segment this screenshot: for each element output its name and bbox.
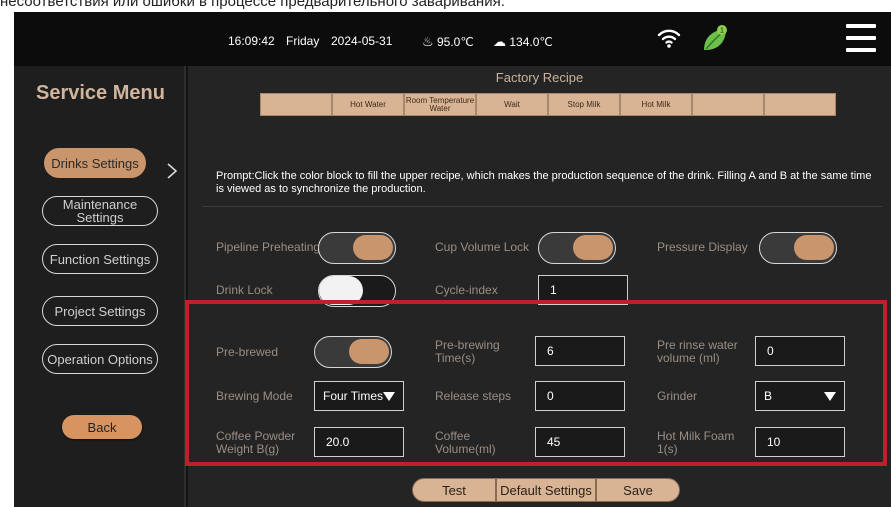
steam-temp: ☁ 134.0℃ — [493, 34, 553, 50]
cycle-index-field[interactable]: 1 — [538, 275, 628, 305]
grinder-label: Grinder — [657, 389, 698, 403]
pre-brewed-label: Pre-brewed — [216, 345, 279, 359]
pressure-display-label: Pressure Display — [657, 240, 748, 254]
sidebar-item-maintenance-settings[interactable]: Maintenance Settings — [42, 196, 158, 226]
drinks-settings-panel: Factory Recipe Hot Water Room Temperatur… — [188, 66, 891, 507]
divider — [202, 206, 882, 207]
release-steps-field[interactable]: 0 — [535, 381, 625, 411]
sidebar-item-drinks-settings[interactable]: Drinks Settings — [44, 148, 146, 178]
coffee-volume-label: Coffee Volume(ml) — [435, 429, 496, 456]
brewing-mode-select[interactable]: Four Times — [314, 381, 404, 411]
pipeline-preheating-label: Pipeline Preheating — [216, 240, 321, 254]
coffee-volume-field[interactable]: 45 — [535, 427, 625, 457]
status-bar: 16:09:42 Friday 2024-05-31 ♨ 95.0℃ ☁ 134… — [14, 12, 891, 66]
recipe-title: Factory Recipe — [495, 70, 584, 85]
hot-milk-foam-field[interactable]: 10 — [755, 427, 845, 457]
recipe-cell-5[interactable]: Stop Milk — [548, 93, 620, 116]
coffee-powder-weight-label: Coffee Powder Weight B(g) — [216, 429, 296, 456]
recipe-cell-1[interactable] — [260, 93, 332, 116]
drink-lock-label: Drink Lock — [216, 283, 273, 297]
grinder-value: B — [764, 389, 773, 403]
pre-brewing-time-field[interactable]: 6 — [535, 336, 625, 366]
sidebar-title: Service Menu — [36, 82, 165, 104]
cycle-index-label: Cycle-index — [435, 283, 498, 297]
recipe-cell-7[interactable] — [692, 93, 764, 116]
chevron-down-icon — [824, 392, 836, 401]
status-time: 16:09:42 — [228, 34, 275, 48]
water-temp-value: 95.0℃ — [437, 35, 474, 49]
status-day: Friday — [286, 34, 320, 48]
sidebar-item-function-settings[interactable]: Function Settings — [42, 244, 158, 274]
recipe-cell-6[interactable]: Hot Milk — [620, 93, 692, 116]
chevron-down-icon — [383, 392, 395, 401]
leaf-badge: 1 — [720, 28, 724, 35]
drink-lock-toggle[interactable] — [318, 275, 396, 307]
grinder-select[interactable]: B — [755, 381, 845, 411]
default-settings-button[interactable]: Default Settings — [496, 478, 596, 502]
release-steps-label: Release steps — [435, 389, 512, 403]
coffee-powder-weight-field[interactable]: 20.0 — [314, 427, 404, 457]
test-button[interactable]: Test — [412, 478, 496, 502]
cup-volume-lock-label: Cup Volume Lock — [435, 240, 530, 254]
pipeline-preheating-toggle[interactable] — [318, 232, 396, 264]
pre-brewed-toggle[interactable] — [314, 336, 392, 368]
back-button[interactable]: Back — [62, 415, 142, 439]
recipe-sequence: Hot Water Room Temperature Water Wait St… — [260, 93, 836, 116]
chevron-right-icon — [167, 163, 178, 179]
prompt-text: Prompt:Click the color block to fill the… — [216, 170, 872, 195]
steam-temp-value: 134.0℃ — [509, 35, 553, 49]
page-caption: несоответствия или ошибки в процессе пре… — [0, 0, 505, 10]
water-heater-icon: ♨ — [422, 34, 434, 49]
recipe-cell-3[interactable]: Room Temperature Water — [404, 93, 476, 116]
wifi-icon — [657, 29, 681, 48]
machine-screen: 16:09:42 Friday 2024-05-31 ♨ 95.0℃ ☁ 134… — [14, 12, 891, 507]
eco-leaf-icon: 1 — [704, 25, 727, 50]
action-bar: Test Default Settings Save — [412, 478, 680, 502]
brewing-mode-value: Four Times — [323, 389, 384, 403]
pre-rinse-water-field[interactable]: 0 — [755, 336, 845, 366]
hamburger-menu-icon[interactable] — [846, 24, 876, 52]
brewing-mode-label: Brewing Mode — [216, 389, 293, 403]
recipe-cell-4[interactable]: Wait — [476, 93, 548, 116]
recipe-cell-8[interactable] — [764, 93, 836, 116]
sidebar-item-project-settings[interactable]: Project Settings — [42, 296, 158, 326]
recipe-cell-2[interactable]: Hot Water — [332, 93, 404, 116]
steam-heater-icon: ☁ — [493, 34, 506, 49]
save-button[interactable]: Save — [596, 478, 680, 502]
hot-milk-foam-label: Hot Milk Foam 1(s) — [657, 429, 735, 456]
sidebar-item-operation-options[interactable]: Operation Options — [42, 344, 158, 374]
sidebar: Service Menu Drinks Settings Maintenance… — [14, 66, 186, 507]
pre-brewing-time-label: Pre-brewing Time(s) — [435, 338, 500, 365]
status-date: 2024-05-31 — [331, 34, 393, 48]
pre-rinse-water-label: Pre rinse water volume (ml) — [657, 338, 738, 365]
cup-volume-lock-toggle[interactable] — [538, 232, 616, 264]
pressure-display-toggle[interactable] — [759, 232, 837, 264]
water-temp: ♨ 95.0℃ — [422, 34, 474, 50]
